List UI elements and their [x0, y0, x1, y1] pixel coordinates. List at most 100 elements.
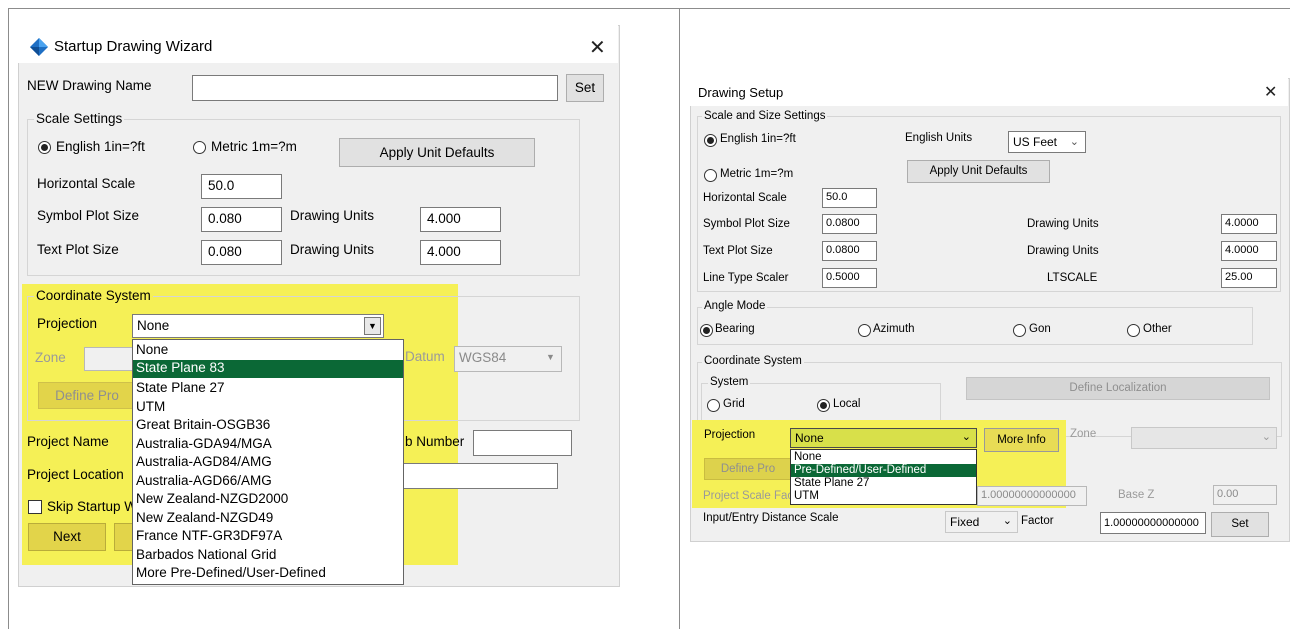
radio-other-label: Other — [1143, 323, 1172, 335]
line-type-scaler-input[interactable]: 0.5000 — [822, 268, 877, 288]
right-symbol-plot-input[interactable]: 0.0800 — [822, 214, 877, 234]
right-dropdown-option-selected[interactable]: Pre-Defined/User-Defined — [791, 464, 976, 477]
right-zone-select[interactable]: ⌄ — [1131, 427, 1277, 449]
right-projection-select[interactable]: None ⌄ — [790, 428, 977, 448]
apply-unit-defaults-button[interactable]: Apply Unit Defaults — [339, 138, 535, 167]
project-location-input[interactable] — [402, 463, 558, 489]
fixed-select-value: Fixed — [950, 515, 980, 529]
chevron-down-icon[interactable]: ⌄ — [1003, 514, 1012, 527]
chevron-down-icon[interactable]: ▼ — [364, 317, 381, 335]
right-set-button[interactable]: Set — [1211, 512, 1269, 537]
radio-gon[interactable] — [1013, 324, 1026, 337]
datum-select-value: WGS84 — [459, 350, 507, 365]
datum-select[interactable]: WGS84 ▼ — [454, 346, 562, 372]
right-dropdown-option[interactable]: None — [791, 451, 976, 463]
radio-grid[interactable] — [707, 399, 720, 412]
more-info-button[interactable]: More Info — [984, 428, 1059, 452]
drawing-name-label: NEW Drawing Name — [27, 78, 152, 93]
english-units-select[interactable]: US Feet ⌄ — [1008, 131, 1086, 153]
dropdown-option[interactable]: UTM — [133, 399, 403, 414]
factor-label: Factor — [1021, 515, 1054, 527]
dropdown-option[interactable]: Australia-AGD84/AMG — [133, 454, 403, 469]
projection-label: Projection — [37, 316, 98, 331]
right-radio-metric[interactable] — [704, 169, 717, 182]
english-units-value: US Feet — [1013, 135, 1058, 149]
radio-metric-label: Metric 1m=?m — [211, 139, 297, 154]
radio-metric[interactable] — [193, 141, 206, 154]
right-radio-metric-label: Metric 1m=?m — [720, 168, 794, 180]
chevron-down-icon[interactable]: ⌄ — [1262, 430, 1271, 443]
base-z-input[interactable]: 0.00 — [1213, 485, 1277, 505]
dropdown-option[interactable]: State Plane 27 — [133, 380, 403, 395]
base-z-label: Base Z — [1118, 489, 1155, 501]
dropdown-option-selected[interactable]: State Plane 83 — [133, 360, 403, 378]
startup-close-icon[interactable]: ✕ — [589, 35, 606, 60]
right-text-drawing-units-input[interactable]: 4.0000 — [1221, 241, 1277, 261]
dropdown-option[interactable]: None — [133, 342, 403, 357]
dropdown-option[interactable]: New Zealand-NZGD49 — [133, 510, 403, 525]
right-symbol-plot-label: Symbol Plot Size — [703, 218, 790, 230]
radio-other[interactable] — [1127, 324, 1140, 337]
dropdown-option[interactable]: More Pre-Defined/User-Defined — [133, 565, 403, 580]
projection-dropdown-list: None State Plane 83 State Plane 27 UTM G… — [132, 339, 404, 585]
chevron-down-icon[interactable]: ⌄ — [962, 430, 971, 443]
symbol-plot-input[interactable]: 0.080 — [201, 207, 282, 232]
radio-grid-label: Grid — [723, 398, 745, 410]
text-drawing-units-input[interactable]: 4.000 — [420, 240, 501, 265]
right-symbol-drawing-units-input[interactable]: 4.0000 — [1221, 214, 1277, 234]
right-apply-unit-defaults-button[interactable]: Apply Unit Defaults — [907, 160, 1050, 183]
right-text-plot-label: Text Plot Size — [703, 245, 773, 257]
secondary-button[interactable] — [114, 523, 134, 551]
job-number-input[interactable] — [473, 430, 572, 456]
datum-label: Datum — [405, 349, 445, 364]
radio-bearing[interactable] — [700, 324, 713, 337]
radio-english[interactable] — [38, 141, 51, 154]
horizontal-scale-input[interactable]: 50.0 — [201, 174, 282, 199]
right-horizontal-scale-label: Horizontal Scale — [703, 192, 787, 204]
projection-select[interactable]: None ▼ — [132, 314, 384, 338]
right-define-projection-button[interactable]: Define Pro — [704, 458, 792, 480]
chevron-down-icon[interactable]: ▼ — [542, 349, 559, 369]
project-location-label: Project Location — [27, 467, 124, 482]
ltscale-input[interactable]: 25.00 — [1221, 268, 1277, 288]
right-text-plot-input[interactable]: 0.0800 — [822, 241, 877, 261]
right-radio-english[interactable] — [704, 134, 717, 147]
dropdown-option[interactable]: Barbados National Grid — [133, 547, 403, 562]
dropdown-option[interactable]: Australia-AGD66/AMG — [133, 473, 403, 488]
dropdown-option[interactable]: Great Britain-OSGB36 — [133, 417, 403, 432]
dropdown-option[interactable]: New Zealand-NZGD2000 — [133, 491, 403, 506]
drawing-setup-close-icon[interactable]: ✕ — [1264, 82, 1277, 102]
right-dropdown-option[interactable]: UTM — [791, 490, 976, 502]
factor-input[interactable]: 1.00000000000000 — [1100, 512, 1206, 534]
right-coordinate-label: Coordinate System — [702, 355, 804, 367]
project-scale-label: Project Scale Fac — [703, 490, 794, 502]
chevron-down-icon[interactable]: ⌄ — [1070, 135, 1079, 148]
english-units-label: English Units — [905, 132, 973, 144]
drawing-name-input[interactable] — [192, 75, 558, 101]
logo-icon — [30, 38, 48, 56]
dropdown-option[interactable]: France NTF-GR3DF97A — [133, 528, 403, 543]
right-projection-value: None — [795, 431, 824, 445]
scale-settings-label: Scale Settings — [34, 111, 125, 126]
radio-azimuth-label: Azimuth — [873, 323, 915, 335]
right-horizontal-scale-input[interactable]: 50.0 — [822, 188, 877, 208]
project-scale-input[interactable]: 1.00000000000000 — [977, 486, 1087, 506]
symbol-drawing-units-input[interactable]: 4.000 — [420, 207, 501, 232]
define-localization-button[interactable]: Define Localization — [966, 377, 1270, 400]
zone-label: Zone — [35, 350, 66, 365]
scale-size-label: Scale and Size Settings — [702, 110, 828, 122]
define-projection-button[interactable]: Define Pro — [38, 382, 136, 409]
skip-startup-checkbox[interactable] — [28, 500, 42, 514]
right-dropdown-option[interactable]: State Plane 27 — [791, 477, 976, 489]
radio-local[interactable] — [817, 399, 830, 412]
set-name-button[interactable]: Set — [566, 74, 604, 102]
zone-input[interactable] — [84, 347, 134, 371]
next-button[interactable]: Next — [28, 523, 106, 551]
radio-azimuth[interactable] — [858, 324, 871, 337]
text-plot-input[interactable]: 0.080 — [201, 240, 282, 265]
projection-select-value: None — [137, 318, 170, 333]
dropdown-option[interactable]: Australia-GDA94/MGA — [133, 436, 403, 451]
system-label: System — [708, 376, 751, 388]
fixed-select[interactable]: Fixed ⌄ — [945, 511, 1018, 533]
radio-english-label: English 1in=?ft — [56, 139, 145, 154]
